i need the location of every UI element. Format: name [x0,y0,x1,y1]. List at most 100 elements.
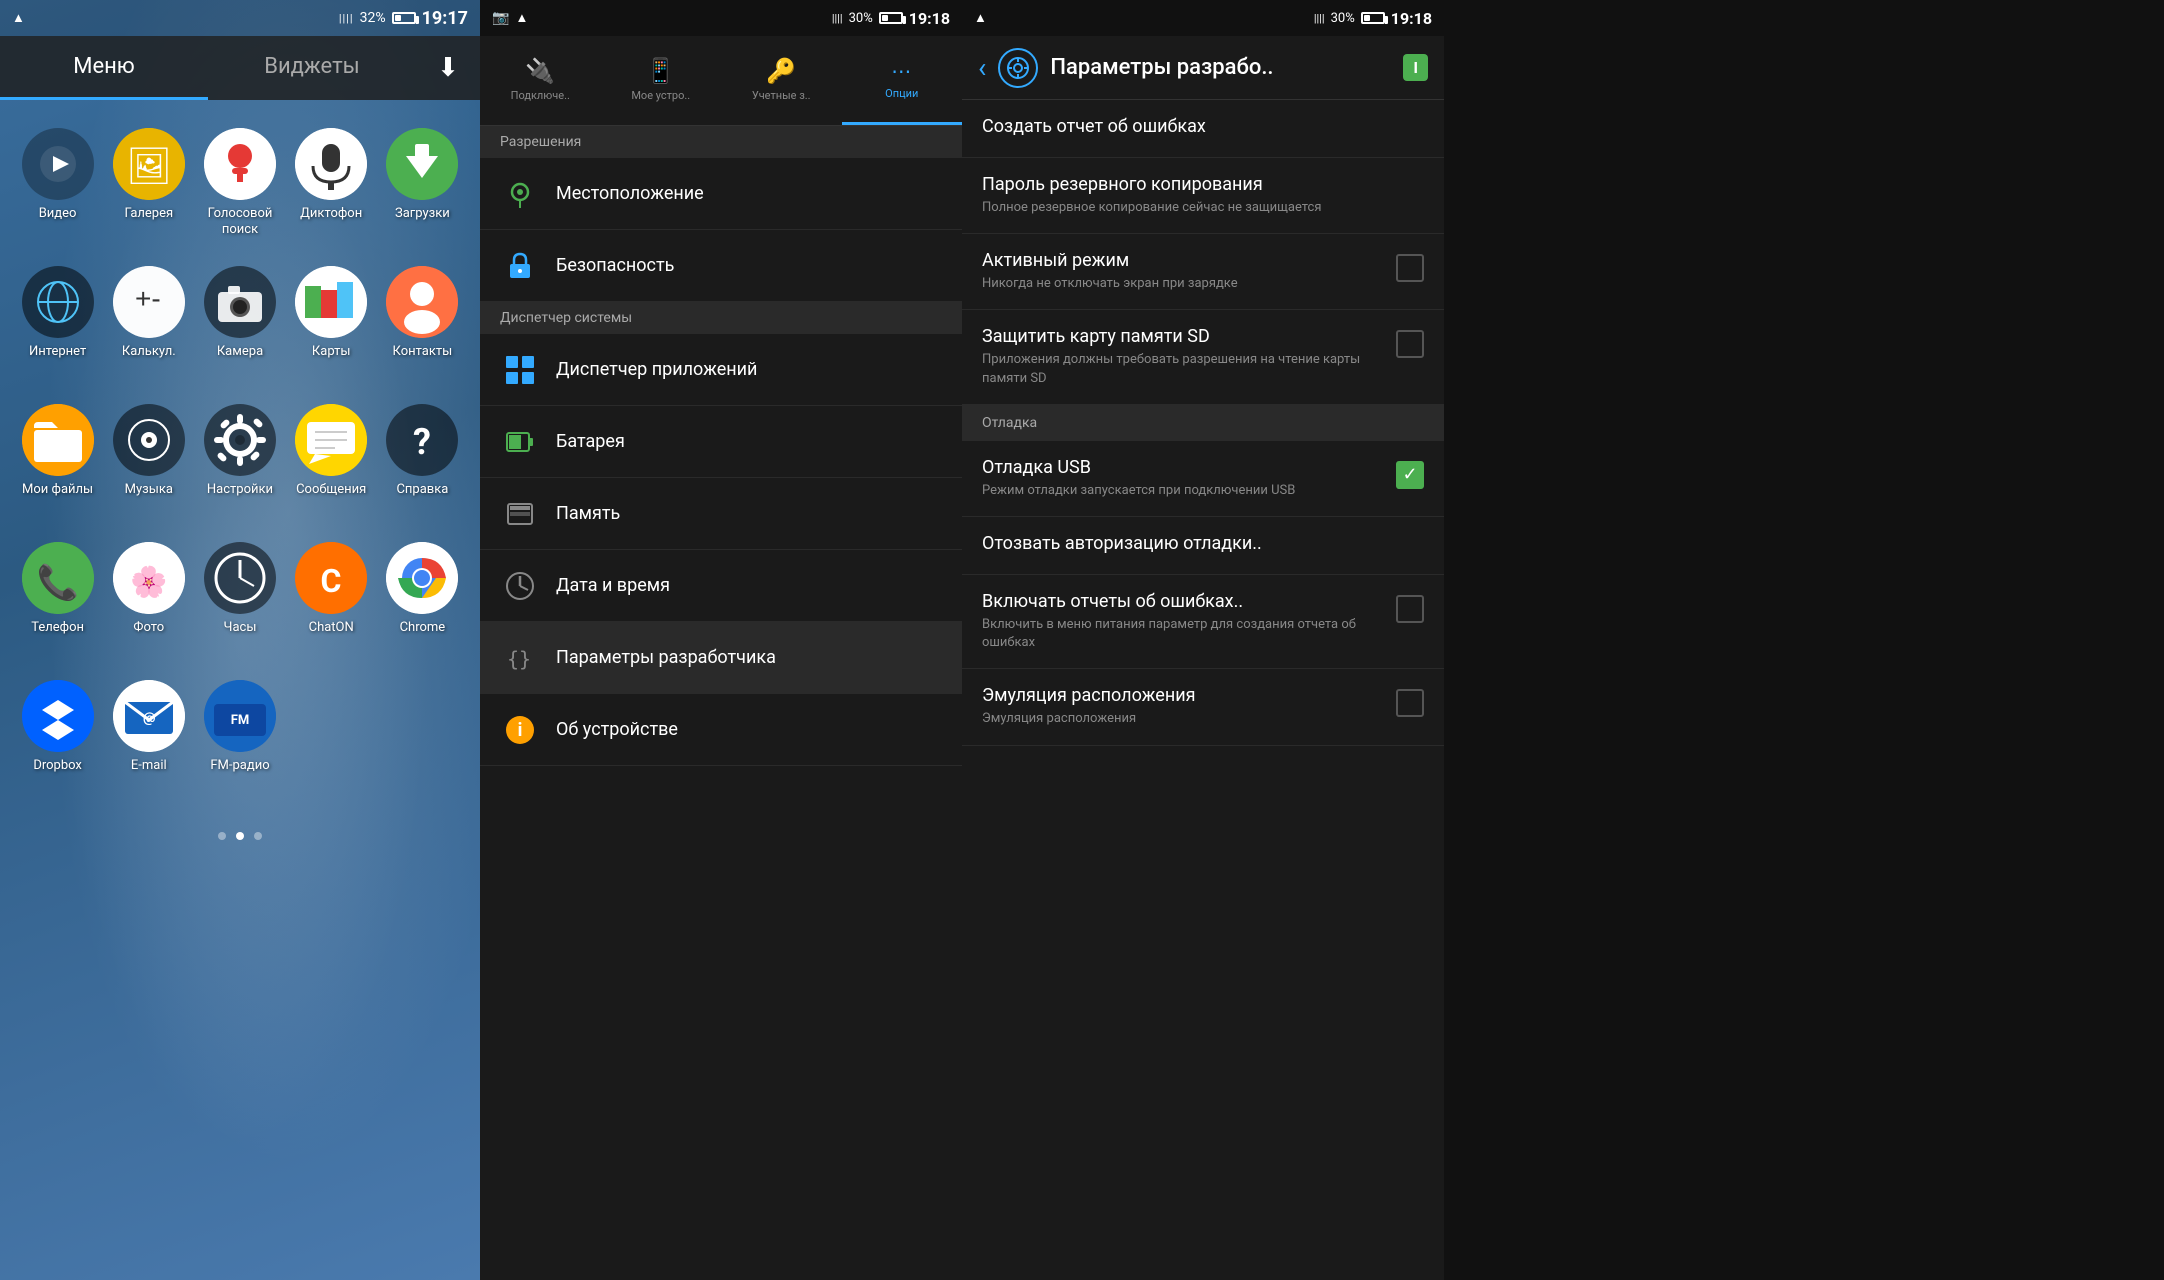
dev-title-revoke: Отозвать авторизацию отладки.. [982,533,1424,554]
svg-text:C: C [321,562,342,600]
app-email[interactable]: @ E-mail [107,672,190,802]
app-label-settings: Настройки [207,482,273,498]
app-settings[interactable]: Настройки [198,396,281,526]
dev-title-mocklocation: Эмуляция расположения [982,685,1384,706]
dev-item-bugreport2[interactable]: Включать отчеты об ошибках.. Включить в … [962,575,1444,669]
checkbox-stayawake[interactable] [1396,254,1424,282]
settings-item-storage[interactable]: Память [480,478,962,550]
app-chrome[interactable]: Chrome [381,534,464,664]
settings-item-location[interactable]: Местоположение [480,158,962,230]
dot-2[interactable] [236,832,244,840]
settings-item-about[interactable]: i Об устройстве [480,694,962,766]
app-camera[interactable]: Камера [198,258,281,388]
dev-item-bugreport[interactable]: Создать отчет об ошибках [962,100,1444,158]
home-screen: ▲ |||| 32% 19:17 Меню Виджеты ⬇ Видео [0,0,480,1280]
tab-download[interactable]: ⬇ [416,36,480,100]
checkbox-usbdebug[interactable]: ✓ [1396,461,1424,489]
app-label-dropbox: Dropbox [33,758,82,774]
signal-icon-s2: |||| [832,12,843,25]
checkbox-sdprotect[interactable] [1396,330,1424,358]
app-maps[interactable]: Карты [290,258,373,388]
dev-item-revoke[interactable]: Отозвать авторизацию отладки.. [962,517,1444,575]
tab-options[interactable]: ⋯ Опции [842,36,963,125]
settings-item-security[interactable]: Безопасность [480,230,962,302]
app-help[interactable]: ? Справка [381,396,464,526]
dev-toolbar: ‹ Параметры разрабо.. I [962,36,1444,100]
dot-1[interactable] [218,832,226,840]
home-tabs: Меню Виджеты ⬇ [0,36,480,100]
settings-item-datetime[interactable]: Дата и время [480,550,962,622]
app-icon-email: @ [113,680,185,752]
app-icon-music [113,404,185,476]
app-icon-fmradio: FM [204,680,276,752]
settings-item-developer[interactable]: {} Параметры разработчика [480,622,962,694]
svg-text:🌸: 🌸 [130,564,167,600]
dev-section-debug: Отладка [962,405,1444,441]
about-icon: i [500,710,540,750]
app-calc[interactable]: +- Калькул. [107,258,190,388]
dev-title-stayawake: Активный режим [982,250,1384,271]
status-bar-dev: ▲ |||| 30% 19:18 [962,0,1444,36]
battery-pct-s2: 30% [849,11,873,26]
svg-text:?: ? [413,421,431,463]
app-label-music: Музыка [125,482,173,498]
app-myfiles[interactable]: Мои файлы [16,396,99,526]
wifi-icon-s3: ▲ [974,10,987,26]
app-label-chrome: Chrome [400,620,446,636]
app-voice[interactable]: Голосовой поиск [198,120,281,250]
app-music[interactable]: Музыка [107,396,190,526]
app-label-voice: Голосовой поиск [198,206,281,237]
status-left: ▲ [12,10,25,26]
app-label-phone: Телефон [31,620,84,636]
status-right-s2: |||| 30% 19:18 [832,9,950,28]
settings-tabs: 🔌 Подключе.. 📱 Мое устро.. 🔑 Учетные з..… [480,36,962,126]
settings-label-battery: Батарея [556,431,942,452]
tab-menu[interactable]: Меню [0,36,208,100]
app-recorder[interactable]: Диктофон [290,120,373,250]
settings-item-appmanager[interactable]: Диспетчер приложений [480,334,962,406]
app-icon-phone: 📞 [22,542,94,614]
tab-connections[interactable]: 🔌 Подключе.. [480,36,601,125]
app-contacts[interactable]: Контакты [381,258,464,388]
battery-pct: 32% [360,10,386,26]
app-label-chaton: ChatON [309,620,354,636]
app-label-myfiles: Мои файлы [22,482,93,498]
signal-icon-s3: |||| [1314,12,1325,25]
app-label-contacts: Контакты [393,344,453,360]
dev-item-stayawake[interactable]: Активный режим Никогда не отключать экра… [962,234,1444,310]
dev-panel: ▲ |||| 30% 19:18 ‹ Параметры разрабо.. I… [962,0,1444,1280]
mydevice-icon: 📱 [646,57,676,85]
app-dropbox[interactable]: Dropbox [16,672,99,802]
app-phone[interactable]: 📞 Телефон [16,534,99,664]
app-internet[interactable]: Интернет [16,258,99,388]
app-downloads[interactable]: Загрузки [381,120,464,250]
checkbox-mocklocation[interactable] [1396,689,1424,717]
dev-title: Параметры разрабо.. [1050,55,1391,80]
battery-icon-s2 [879,12,903,24]
dev-toggle[interactable]: I [1403,54,1428,81]
dev-item-sdprotect[interactable]: Защитить карту памяти SD Приложения долж… [962,310,1444,404]
app-icon-calc: +- [113,266,185,338]
app-photos[interactable]: 🌸 Фото [107,534,190,664]
options-icon: ⋯ [891,59,912,83]
dev-item-backup[interactable]: Пароль резервного копирования Полное рез… [962,158,1444,234]
app-clock[interactable]: Часы [198,534,281,664]
checkbox-bugreport2[interactable] [1396,595,1424,623]
dev-item-usbdebug[interactable]: Отладка USB Режим отладки запускается пр… [962,441,1444,517]
app-chaton[interactable]: C ChatON [290,534,373,664]
settings-panel: 📷 ▲ |||| 30% 19:18 🔌 Подключе.. 📱 Мое ус… [480,0,962,1280]
app-fmradio[interactable]: FM FM-радио [198,672,281,802]
status-bar-settings: 📷 ▲ |||| 30% 19:18 [480,0,962,36]
tab-widgets[interactable]: Виджеты [208,36,416,100]
settings-item-battery[interactable]: Батарея [480,406,962,478]
tab-accounts[interactable]: 🔑 Учетные з.. [721,36,842,125]
dev-list: Создать отчет об ошибках Пароль резервно… [962,100,1444,1280]
dev-item-mocklocation[interactable]: Эмуляция расположения Эмуляция расположе… [962,669,1444,745]
tab-mydevice[interactable]: 📱 Мое устро.. [601,36,722,125]
dot-3[interactable] [254,832,262,840]
back-button[interactable]: ‹ [978,51,986,84]
svg-text:📞: 📞 [36,561,79,603]
app-gallery[interactable]: 🖼 Галерея [107,120,190,250]
app-video[interactable]: Видео [16,120,99,250]
app-messages[interactable]: Сообщения [290,396,373,526]
